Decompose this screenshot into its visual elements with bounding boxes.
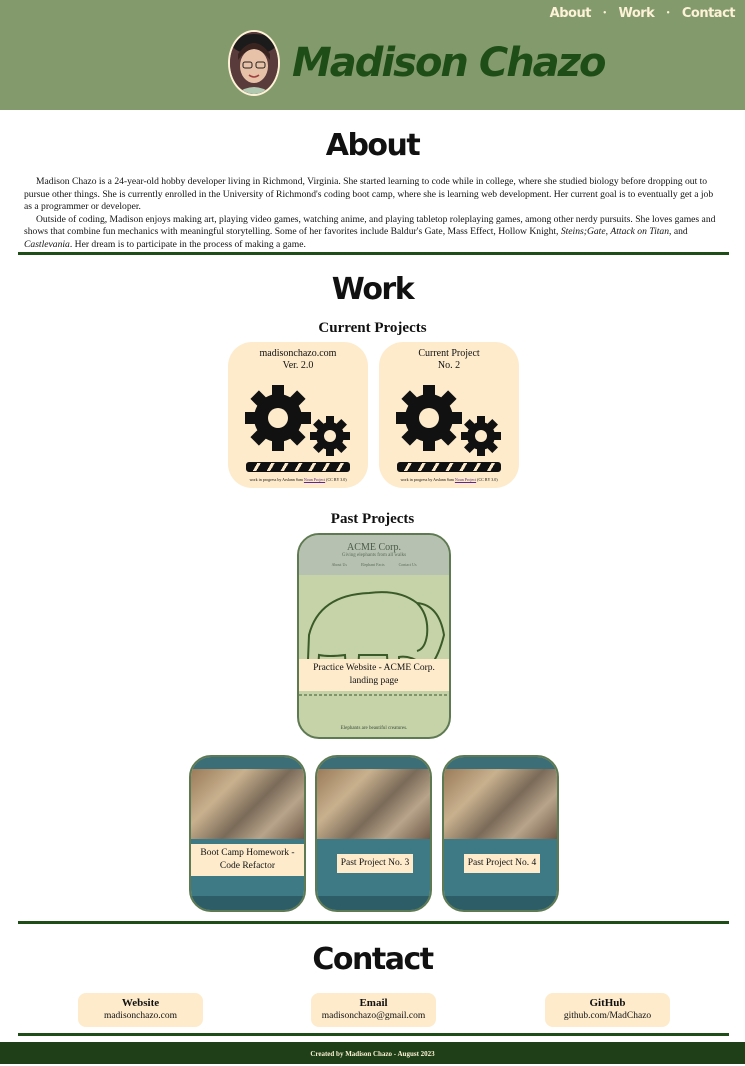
project-label: Practice Website - ACME Corp. landing pa…: [299, 659, 449, 691]
site-header: About • Work • Contact Madison Chazo: [0, 0, 745, 110]
screenshot-header: ACME Corp. Giving elephants from all wal…: [299, 535, 449, 575]
nav-link-about[interactable]: About: [550, 6, 592, 21]
screenshot-tagline: Giving elephants from all walks: [341, 553, 407, 558]
contact-label: Website: [121, 997, 160, 1009]
icon-credit: work in progress by Arslann Sam Noun Pro…: [249, 477, 347, 482]
project-label: Past Project No. 4: [464, 854, 540, 873]
current-project-card[interactable]: madisonchazo.com Ver. 2.0 work in progre…: [228, 342, 368, 488]
about-paragraph-2: Outside of coding, Madison enjoys making…: [24, 213, 716, 250]
contact-email[interactable]: Email madisonchazo@gmail.com: [311, 993, 436, 1027]
contact-github[interactable]: GitHub github.com/MadChazo: [545, 993, 670, 1027]
contact-website[interactable]: Website madisonchazo.com: [78, 993, 203, 1027]
nav-link-contact[interactable]: Contact: [682, 6, 736, 21]
nav-separator: •: [602, 8, 607, 19]
current-project-card[interactable]: Current Project No. 2 work in progress b…: [379, 342, 519, 488]
section-divider: [18, 921, 729, 924]
progress-bar-icon: [246, 462, 350, 472]
nav-separator: •: [666, 8, 670, 19]
elephant-illustration: [299, 575, 449, 715]
section-divider: [18, 1033, 729, 1036]
about-paragraph-1: Madison Chazo is a 24-year-old hobby dev…: [24, 176, 714, 213]
past-project-card[interactable]: Past Project No. 3: [315, 755, 432, 912]
credit-link[interactable]: Noun Project: [455, 477, 476, 482]
contact-label: Email: [359, 997, 388, 1009]
screenshot-nav: About Us Elephant Facts Contact Us: [331, 562, 417, 567]
current-projects-heading: Current Projects: [318, 320, 427, 336]
contact-value: madisonchazo@gmail.com: [321, 1011, 426, 1021]
work-heading: Work: [331, 272, 415, 307]
project-screenshot: [444, 757, 557, 910]
contact-value: github.com/MadChazo: [563, 1011, 652, 1021]
project-label: Boot Camp Homework - Code Refactor: [191, 844, 304, 876]
past-project-card[interactable]: Boot Camp Homework - Code Refactor: [189, 755, 306, 912]
site-title: Madison Chazo: [292, 40, 606, 86]
section-divider: [18, 252, 729, 255]
credit-link[interactable]: Noun Project: [304, 477, 325, 482]
project-label: Past Project No. 3: [337, 854, 413, 873]
project-title: Current Project No. 2: [418, 348, 480, 371]
featured-project-card[interactable]: ACME Corp. Giving elephants from all wal…: [297, 533, 451, 739]
screenshot-title: ACME Corp.: [347, 542, 401, 553]
past-projects-heading: Past Projects: [330, 511, 415, 527]
project-screenshot: [317, 757, 430, 910]
project-screenshot: [191, 757, 304, 910]
contact-label: GitHub: [589, 997, 626, 1009]
gears-icon: [396, 385, 501, 456]
project-title: madisonchazo.com Ver. 2.0: [259, 348, 337, 371]
about-heading: About: [325, 128, 421, 163]
about-text: Madison Chazo is a 24-year-old hobby dev…: [24, 176, 720, 252]
gears-icon: [245, 385, 350, 456]
avatar: [228, 30, 280, 96]
contact-heading: Contact: [312, 942, 434, 977]
nav-bar: About • Work • Contact: [550, 6, 736, 21]
past-project-card[interactable]: Past Project No. 4: [442, 755, 559, 912]
contact-value: madisonchazo.com: [103, 1011, 178, 1021]
brand: Madison Chazo: [228, 30, 606, 96]
progress-bar-icon: [397, 462, 501, 472]
screenshot-caption: Elephants are beautiful creatures.: [340, 726, 408, 731]
site-footer: Created by Madison Chazo - August 2023: [0, 1042, 745, 1064]
nav-link-work[interactable]: Work: [618, 6, 654, 21]
icon-credit: work in progress by Arslann Sam Noun Pro…: [400, 477, 498, 482]
